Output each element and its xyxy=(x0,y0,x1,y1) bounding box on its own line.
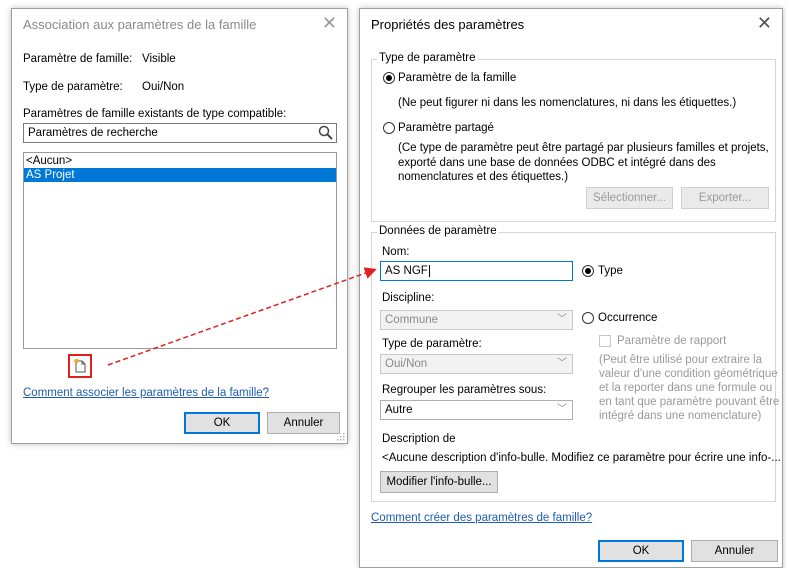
param-type-value: Oui/Non xyxy=(385,358,428,370)
report-param-label: Paramètre de rapport xyxy=(617,335,727,347)
dialog-title: Association aux paramètres de la famille xyxy=(23,17,257,32)
report-param-checkbox[interactable] xyxy=(599,335,611,347)
report-desc-line: valeur d'une condition géométrique xyxy=(599,368,778,380)
list-item-selected[interactable]: AS Projet xyxy=(24,168,336,182)
search-placeholder: Paramètres de recherche xyxy=(28,127,158,139)
close-icon[interactable]: ✕ xyxy=(757,13,772,33)
discipline-select[interactable]: Commune ﹀ xyxy=(380,310,573,330)
params-list[interactable]: <Aucun> AS Projet xyxy=(23,152,337,349)
search-icon[interactable] xyxy=(318,125,333,146)
group-under-select[interactable]: Autre ﹀ xyxy=(380,400,573,420)
family-param-desc: (Ne peut figurer ni dans les nomenclatur… xyxy=(398,97,737,109)
name-value: AS NGF xyxy=(385,265,428,277)
ok-button[interactable]: OK xyxy=(598,540,684,562)
edit-tooltip-button[interactable]: Modifier l'info-bulle... xyxy=(380,471,498,493)
list-item[interactable]: <Aucun> xyxy=(24,155,336,168)
cancel-button[interactable]: Annuler xyxy=(267,412,340,434)
association-dialog: Association aux paramètres de la famille… xyxy=(11,8,348,444)
occurrence-radio-label: Occurrence xyxy=(598,312,658,324)
shared-param-desc-line: nomenclatures et des étiquettes.) xyxy=(398,171,569,183)
param-type-value: Oui/Non xyxy=(142,81,185,93)
cancel-button[interactable]: Annuler xyxy=(691,540,778,562)
family-param-radio[interactable] xyxy=(383,72,395,84)
parameter-properties-dialog: Propriétés des paramètres ✕ Type de para… xyxy=(359,8,783,568)
param-type-label: Type de paramètre: xyxy=(382,338,482,350)
shared-param-desc-line: exporté dans une base de données ODBC et… xyxy=(398,157,716,169)
close-icon[interactable]: ✕ xyxy=(322,13,337,33)
export-button[interactable]: Exporter... xyxy=(681,187,769,209)
new-param-button[interactable] xyxy=(68,354,92,378)
family-param-radio-label: Paramètre de la famille xyxy=(398,72,517,84)
type-radio[interactable] xyxy=(582,265,594,277)
title-bar: Association aux paramètres de la famille… xyxy=(12,9,347,39)
shared-param-radio[interactable] xyxy=(383,122,395,134)
ok-button[interactable]: OK xyxy=(184,412,260,434)
compatible-params-label: Paramètres de famille existants de type … xyxy=(23,108,287,120)
dialog-title: Propriétés des paramètres xyxy=(371,17,525,32)
shared-param-radio-label: Paramètre partagé xyxy=(398,122,494,134)
group-under-label: Regrouper les paramètres sous: xyxy=(382,384,547,396)
family-param-label: Paramètre de famille: xyxy=(23,53,133,65)
select-button[interactable]: Sélectionner... xyxy=(586,187,673,209)
report-desc-line: en tant que paramètre pouvant être xyxy=(599,396,780,408)
param-type-label: Type de paramètre: xyxy=(23,81,123,93)
report-desc-line: et la reporter dans une formule ou xyxy=(599,382,773,394)
title-bar: Propriétés des paramètres ✕ xyxy=(360,9,782,39)
group-title: Données de paramètre xyxy=(377,225,499,237)
chevron-down-icon: ﹀ xyxy=(557,358,567,369)
chevron-down-icon: ﹀ xyxy=(557,314,567,325)
description-value: <Aucune description d'info-bulle. Modifi… xyxy=(382,452,781,464)
description-label: Description de xyxy=(382,433,456,445)
occurrence-radio[interactable] xyxy=(582,312,594,324)
group-title: Type de paramètre xyxy=(377,52,478,64)
search-input[interactable]: Paramètres de recherche xyxy=(23,123,337,143)
group-under-value: Autre xyxy=(385,404,413,416)
resize-grip-icon[interactable] xyxy=(337,433,345,441)
help-link[interactable]: Comment créer des paramètres de famille? xyxy=(371,512,592,524)
name-input[interactable]: AS NGF xyxy=(380,261,573,281)
help-link[interactable]: Comment associer les paramètres de la fa… xyxy=(23,387,269,399)
param-type-select[interactable]: Oui/Non ﹀ xyxy=(380,354,573,374)
discipline-value: Commune xyxy=(385,314,439,326)
new-document-icon xyxy=(74,358,86,373)
shared-param-desc-line: (Ce type de paramètre peut être partagé … xyxy=(398,142,769,154)
chevron-down-icon: ﹀ xyxy=(557,404,567,415)
report-desc-line: intégré dans une nomenclature) xyxy=(599,410,762,422)
discipline-label: Discipline: xyxy=(382,292,435,304)
type-radio-label: Type xyxy=(598,265,623,277)
report-desc-line: (Peut être utilisé pour extraire la xyxy=(599,354,762,366)
family-param-value: Visible xyxy=(142,53,176,65)
name-label: Nom: xyxy=(382,246,410,258)
